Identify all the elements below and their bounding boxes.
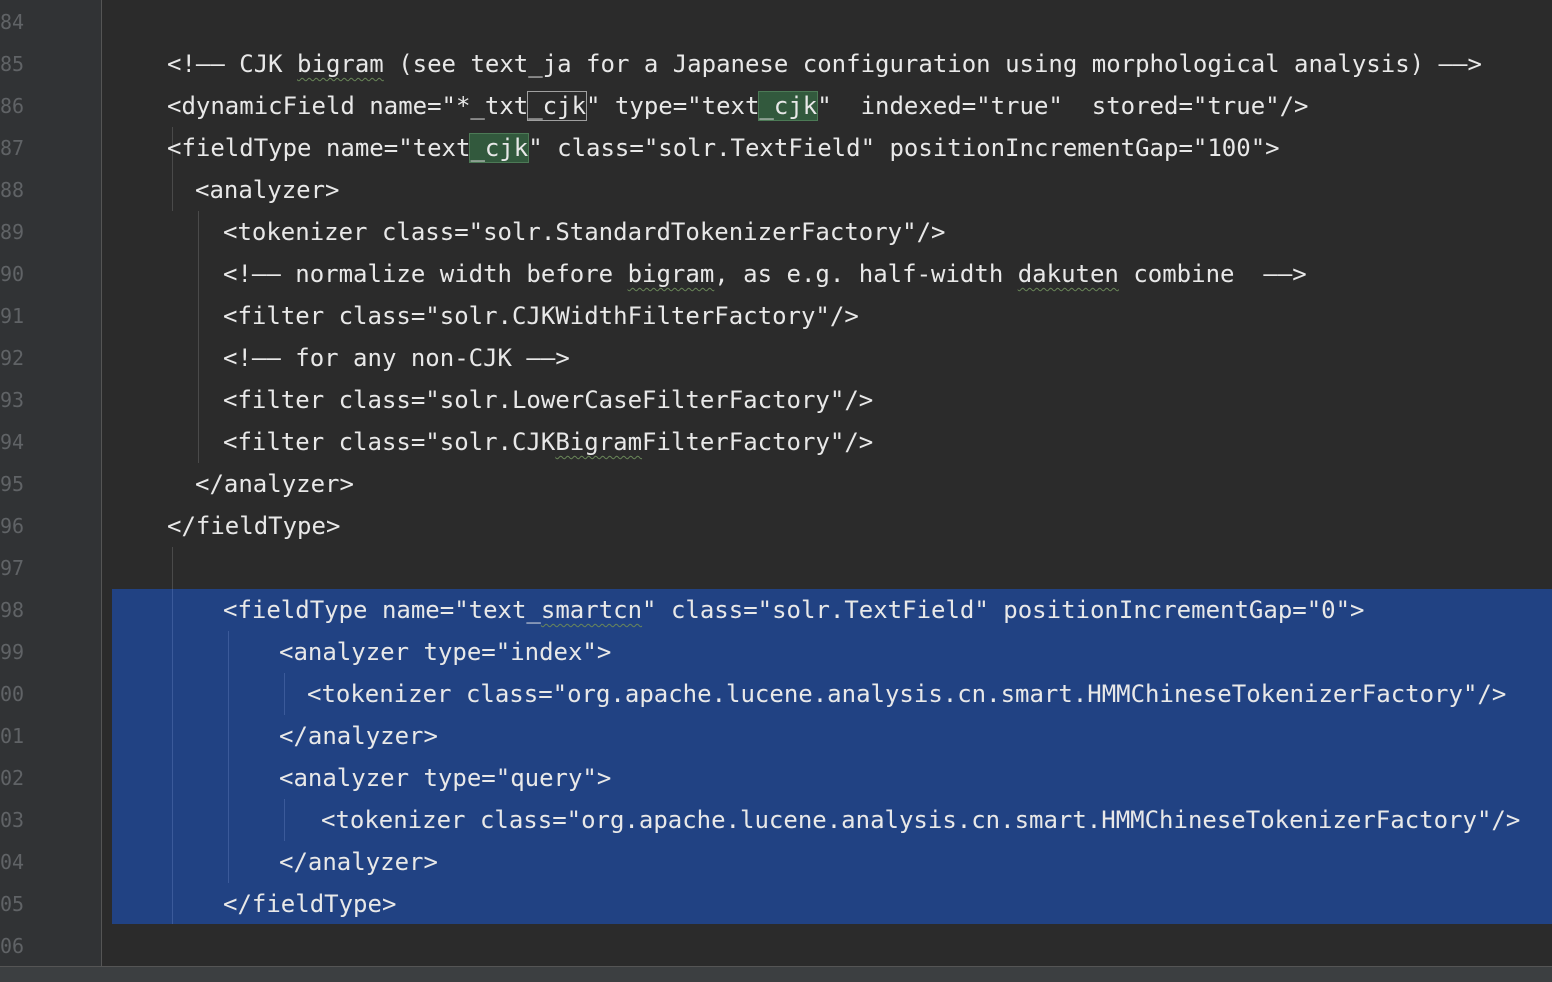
code-line-filter[interactable]: <filter class="solr.CJKBigramFilterFacto… (223, 421, 873, 463)
code-line-tokenizer[interactable]: <tokenizer class="solr.StandardTokenizer… (223, 211, 945, 253)
code-token: <!—— CJK (167, 50, 298, 78)
code-line-analyzer-open[interactable]: <analyzer> (195, 169, 340, 211)
indent-guide (284, 673, 285, 715)
line-number: 06 (0, 934, 25, 958)
line-number: 93 (0, 388, 25, 412)
code-token: combine ——> (1118, 260, 1307, 288)
code-line-analyzer-open[interactable]: <analyzer type="query"> (279, 757, 611, 799)
line-number: 97 (0, 556, 25, 580)
code-line-analyzer-close[interactable]: </analyzer> (279, 715, 438, 757)
code-line-tokenizer[interactable]: <tokenizer class="org.apache.lucene.anal… (307, 673, 1506, 715)
code-line-dynamicfield[interactable]: <dynamicField name="*_txt_cjk" type="tex… (167, 85, 1309, 127)
line-number: 91 (0, 304, 25, 328)
spelling-typo[interactable]: Bigram (555, 428, 642, 456)
spelling-typo[interactable]: bigram (628, 260, 715, 288)
code-token: <dynamicField name="*_txt (167, 92, 529, 120)
spelling-typo[interactable]: dakuten (1018, 260, 1119, 288)
line-number: 99 (0, 640, 25, 664)
code-line-filter[interactable]: <filter class="solr.CJKWidthFilterFactor… (223, 295, 859, 337)
code-token: , as e.g. half-width (714, 260, 1018, 288)
code-token: " class="solr.TextField" positionIncreme… (642, 596, 1365, 624)
code-token: <fieldType name="text (167, 134, 471, 162)
code-line-comment[interactable]: <!—— normalize width before bigram, as e… (223, 253, 1307, 295)
line-number: 00 (0, 682, 25, 706)
indent-guide (228, 631, 229, 883)
line-number: 94 (0, 430, 25, 454)
code-line-analyzer-open[interactable]: <analyzer type="index"> (279, 631, 611, 673)
code-token: " class="solr.TextField" positionIncreme… (528, 134, 1280, 162)
line-number-gutter[interactable]: 84 85 86 87 88 89 90 91 92 93 94 95 96 9… (0, 0, 102, 966)
identifier-highlight[interactable]: _cjk (758, 91, 819, 121)
indent-guide (172, 547, 173, 589)
code-area[interactable]: <!—— CJK bigram (see text_ja for a Japan… (102, 0, 1552, 966)
line-number: 86 (0, 94, 25, 118)
line-number: 03 (0, 808, 25, 832)
line-number: 01 (0, 724, 25, 748)
code-line-analyzer-close[interactable]: </analyzer> (279, 841, 438, 883)
line-number: 92 (0, 346, 25, 370)
code-token: " indexed="true" stored="true"/> (817, 92, 1309, 120)
code-line-comment[interactable]: <!—— CJK bigram (see text_ja for a Japan… (167, 43, 1482, 85)
code-line-analyzer-close[interactable]: </analyzer> (195, 463, 354, 505)
indent-guide (198, 211, 199, 463)
line-number: 84 (0, 10, 25, 34)
code-line-fieldtype-close[interactable]: </fieldType> (167, 505, 340, 547)
line-number: 98 (0, 598, 25, 622)
code-line-fieldtype-close[interactable]: </fieldType> (223, 883, 396, 925)
code-line-fieldtype[interactable]: <fieldType name="text_smartcn" class="so… (223, 589, 1365, 631)
line-number: 88 (0, 178, 25, 202)
line-number: 90 (0, 262, 25, 286)
line-number: 95 (0, 472, 25, 496)
identifier-highlight[interactable]: _cjk (469, 133, 530, 163)
code-line-tokenizer[interactable]: <tokenizer class="org.apache.lucene.anal… (321, 799, 1520, 841)
line-number: 87 (0, 136, 25, 160)
code-line-fieldtype[interactable]: <fieldType name="text_cjk" class="solr.T… (167, 127, 1280, 169)
code-line-filter[interactable]: <filter class="solr.LowerCaseFilterFacto… (223, 379, 873, 421)
code-token: <filter class="solr.CJK (223, 428, 556, 456)
line-number: 85 (0, 52, 25, 76)
line-number: 05 (0, 892, 25, 916)
line-number: 89 (0, 220, 25, 244)
code-token: <fieldType name="text_ (223, 596, 541, 624)
horizontal-scrollbar[interactable] (0, 966, 1552, 982)
code-line-comment[interactable]: <!—— for any non-CJK ——> (223, 337, 570, 379)
line-number: 96 (0, 514, 25, 538)
spelling-typo[interactable]: bigram (297, 50, 384, 78)
indent-guide (172, 589, 173, 924)
spelling-typo[interactable]: smartcn (541, 596, 642, 624)
code-token: " type="text (586, 92, 760, 120)
code-token: <!—— normalize width before (223, 260, 628, 288)
code-token: (see text_ja for a Japanese configuratio… (383, 50, 1482, 78)
line-number: 04 (0, 850, 25, 874)
indent-guide (284, 799, 285, 841)
line-number: 02 (0, 766, 25, 790)
code-editor[interactable]: 84 85 86 87 88 89 90 91 92 93 94 95 96 9… (0, 0, 1552, 982)
code-token: FilterFactory"/> (642, 428, 874, 456)
identifier-highlight-caret[interactable]: _cjk (527, 91, 588, 121)
